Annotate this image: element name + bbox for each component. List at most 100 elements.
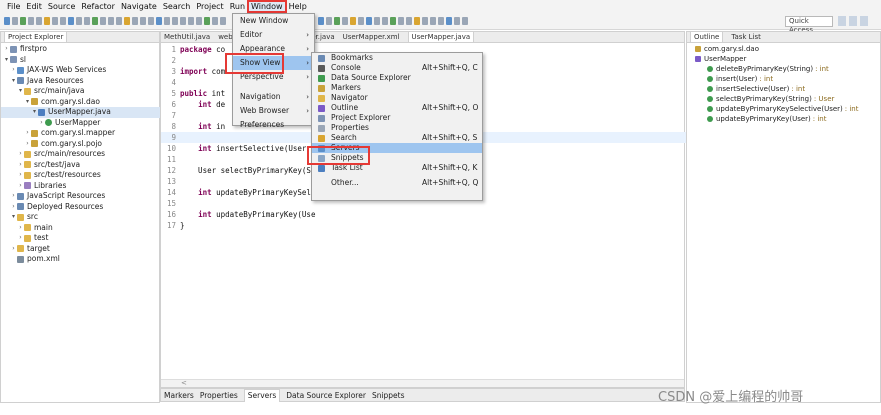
twisty-icon[interactable]: ▾	[3, 55, 10, 66]
editor-tab[interactable]: UserMapper.java	[407, 32, 475, 42]
tree-item[interactable]: › src/test/resources	[1, 170, 161, 181]
twisty-icon[interactable]: ›	[10, 65, 17, 76]
tree-item[interactable]: ▾ Java Resources	[1, 76, 161, 87]
project-explorer-tab[interactable]: Project Explorer	[1, 32, 159, 43]
menu-project[interactable]: Project	[193, 1, 226, 12]
tree-item-label: JavaScript Resources	[27, 191, 106, 200]
tree-item[interactable]: › target	[1, 244, 161, 255]
show-view-item[interactable]: Markers	[312, 83, 482, 93]
editor-tab[interactable]: UserMapper.xml	[343, 32, 400, 42]
outline-item[interactable]: insertSelective(User): int	[687, 84, 881, 94]
twisty-icon[interactable]: ›	[24, 128, 31, 139]
outline-item[interactable]: insert(User): int	[687, 74, 881, 84]
tree-item[interactable]: ▾ UserMapper.java	[1, 107, 161, 118]
code-text: package co	[180, 45, 226, 54]
toolbar-icons-left[interactable]	[4, 17, 226, 25]
editor-tab[interactable]: MethUtil.java	[164, 32, 210, 42]
toolbar-icons-right[interactable]	[318, 17, 468, 25]
folder-icon	[24, 234, 31, 242]
tree-item[interactable]: › com.gary.sl.pojo	[1, 139, 161, 150]
outline-item-type: : int	[815, 65, 829, 73]
menu-search[interactable]: Search	[160, 1, 193, 12]
tree-item[interactable]: › Libraries	[1, 181, 161, 192]
tree-item[interactable]: ▾ src/main/java	[1, 86, 161, 97]
js-icon	[17, 192, 24, 200]
bottom-tab[interactable]: Servers	[243, 389, 281, 402]
tree-item[interactable]: ▾ sl	[1, 55, 161, 66]
outline-item[interactable]: com.gary.sl.dao	[687, 44, 881, 54]
menu-source[interactable]: Source	[45, 1, 78, 12]
show-view-item[interactable]: Search Alt+Shift+Q, S	[312, 133, 482, 143]
twisty-icon[interactable]: ›	[24, 139, 31, 150]
tree-item[interactable]: › com.gary.sl.mapper	[1, 128, 161, 139]
outline-item[interactable]: selectByPrimaryKey(String): User	[687, 94, 881, 104]
twisty-icon[interactable]: ›	[17, 233, 24, 244]
twisty-icon[interactable]: ›	[10, 202, 17, 213]
menu-item-label: Outline	[331, 103, 359, 112]
outline-item[interactable]: updateByPrimaryKeySelective(User): int	[687, 104, 881, 114]
show-view-item[interactable]: Navigator	[312, 93, 482, 103]
horizontal-scrollbar[interactable]: <	[161, 379, 684, 387]
outline-tab[interactable]: Task List	[731, 32, 761, 42]
bottom-tab[interactable]: Properties	[200, 390, 238, 402]
twisty-icon[interactable]: ›	[10, 244, 17, 255]
perspective-switcher[interactable]	[838, 16, 868, 26]
tree-item[interactable]: › test	[1, 233, 161, 244]
tree-item[interactable]: pom.xml	[1, 254, 161, 265]
outline-item[interactable]: UserMapper	[687, 54, 881, 64]
twisty-icon[interactable]: ▾	[31, 107, 38, 118]
outline-tree: com.gary.sl.dao UserMapper deleteByPrimary…	[687, 44, 881, 124]
tree-item[interactable]: › src/main/resources	[1, 149, 161, 160]
tree-item[interactable]: › JavaScript Resources	[1, 191, 161, 202]
twisty-icon[interactable]: ›	[17, 223, 24, 234]
twisty-icon[interactable]: ▾	[10, 76, 17, 87]
twisty-icon[interactable]: ›	[38, 118, 45, 129]
twisty-icon[interactable]: ▾	[10, 212, 17, 223]
menu-file[interactable]: File	[4, 1, 23, 12]
twisty-icon[interactable]: ▾	[17, 86, 24, 97]
show-view-item[interactable]: Console Alt+Shift+Q, C	[312, 63, 482, 73]
menu-edit[interactable]: Edit	[23, 1, 45, 12]
outline-tab[interactable]: Outline	[690, 32, 724, 42]
twisty-icon[interactable]: ›	[17, 170, 24, 181]
twisty-icon[interactable]: ›	[17, 149, 24, 160]
method-icon	[707, 66, 713, 72]
window-menu-item[interactable]: Preferences	[233, 118, 314, 132]
tree-item[interactable]: › JAX-WS Web Services	[1, 65, 161, 76]
tree-item[interactable]: ▾ com.gary.sl.dao	[1, 97, 161, 108]
quick-access-input[interactable]: Quick Access	[785, 16, 833, 34]
outline-item[interactable]: deleteByPrimaryKey(String): int	[687, 64, 881, 74]
show-view-item[interactable]: Project Explorer	[312, 113, 482, 123]
tree-item[interactable]: › Deployed Resources	[1, 202, 161, 213]
window-menu-item[interactable]: Navigation ›	[233, 90, 314, 104]
outline-item-type: : User	[813, 95, 835, 103]
menu-refactor[interactable]: Refactor	[78, 1, 118, 12]
window-menu-item[interactable]: Web Browser ›	[233, 104, 314, 118]
menu-help[interactable]: Help	[286, 1, 310, 12]
show-view-item[interactable]: Outline Alt+Shift+Q, O	[312, 103, 482, 113]
twisty-icon[interactable]: ›	[17, 181, 24, 192]
twisty-icon[interactable]: ▾	[24, 97, 31, 108]
outline-item[interactable]: updateByPrimaryKey(User): int	[687, 114, 881, 124]
show-view-item[interactable]: Bookmarks	[312, 53, 482, 63]
menu-window[interactable]: Window	[247, 0, 287, 13]
window-menu-item[interactable]: New Window	[233, 14, 314, 28]
tree-item[interactable]: › src/test/java	[1, 160, 161, 171]
tree-item[interactable]: › firstpro	[1, 44, 161, 55]
twisty-icon[interactable]: ›	[3, 44, 10, 55]
twisty-icon[interactable]: ›	[10, 191, 17, 202]
tree-item[interactable]: ▾ src	[1, 212, 161, 223]
bottom-tab[interactable]: Snippets	[372, 390, 405, 402]
menu-run[interactable]: Run	[227, 1, 248, 12]
bottom-tab[interactable]: Markers	[164, 390, 194, 402]
show-view-item[interactable]: Other... Alt+Shift+Q, Q	[312, 178, 482, 188]
bottom-tab[interactable]: Data Source Explorer	[286, 390, 366, 402]
tree-item[interactable]: › UserMapper	[1, 118, 161, 129]
window-menu-item[interactable]: Editor ›	[233, 28, 314, 42]
line-number: 6	[171, 100, 176, 109]
show-view-item[interactable]: Data Source Explorer	[312, 73, 482, 83]
tree-item[interactable]: › main	[1, 223, 161, 234]
menu-navigate[interactable]: Navigate	[118, 1, 160, 12]
show-view-item[interactable]: Properties	[312, 123, 482, 133]
twisty-icon[interactable]: ›	[17, 160, 24, 171]
